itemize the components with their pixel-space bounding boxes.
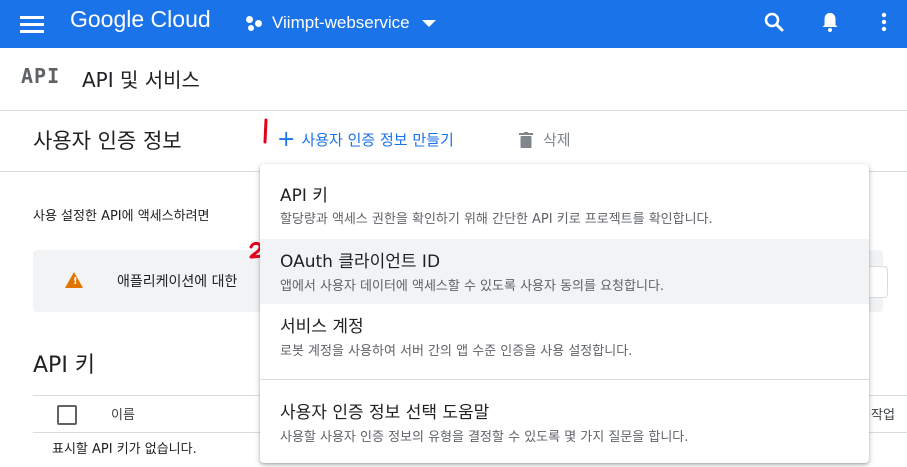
section-title: API 및 서비스 <box>82 68 200 92</box>
project-name: Viimpt-webservice <box>272 13 410 32</box>
api-logo: API <box>21 64 61 88</box>
menu-item-oauth-client-id[interactable]: OAuth 클라이언트 ID 앱에서 사용자 데이터에 액세스할 수 있도록 사… <box>260 239 869 304</box>
plus-icon: + <box>277 126 296 152</box>
google-cloud-logo[interactable]: Google Cloud <box>70 6 211 33</box>
search-icon[interactable] <box>762 10 786 34</box>
hamburger-menu-icon[interactable] <box>20 12 44 36</box>
more-vert-icon[interactable] <box>872 10 896 34</box>
top-app-bar: Google Cloud Viimpt-webservice <box>0 0 907 48</box>
menu-item-help-me-choose[interactable]: 사용자 인증 정보 선택 도움말 사용할 사용자 인증 정보의 유형을 결정할 … <box>260 386 869 456</box>
menu-item-title: OAuth 클라이언트 ID <box>280 252 441 272</box>
api-keys-heading: API 키 <box>33 353 96 378</box>
column-actions: 작업 <box>871 408 895 423</box>
create-credentials-menu: API 키 할당량과 액세스 권한을 확인하기 위해 간단한 API 키로 프로… <box>260 164 869 463</box>
section-header: API API 및 서비스 <box>0 48 907 111</box>
menu-item-description: 로봇 계정을 사용하여 서버 간의 앱 수준 인증을 사용 설정합니다. <box>280 344 633 359</box>
chevron-down-icon <box>421 19 436 27</box>
delete-button[interactable]: 삭제 <box>519 129 571 150</box>
column-name[interactable]: 이름 <box>111 404 135 423</box>
delete-label: 삭제 <box>543 131 571 149</box>
menu-item-title: 사용자 인증 정보 선택 도움말 <box>280 403 490 423</box>
menu-item-api-key[interactable]: API 키 할당량과 액세스 권한을 확인하기 위해 간단한 API 키로 프로… <box>260 164 869 236</box>
warning-text: 애플리케이션에 대한 <box>117 274 238 290</box>
annotation-mark-1 <box>263 118 268 144</box>
select-all-checkbox[interactable] <box>57 405 77 425</box>
menu-item-description: 사용할 사용자 인증 정보의 유형을 결정할 수 있도록 몇 가지 질문을 합니… <box>280 430 689 445</box>
project-icon <box>246 14 264 32</box>
page-title: 사용자 인증 정보 <box>33 129 182 153</box>
menu-item-title: 서비스 계정 <box>280 317 364 337</box>
create-credentials-button[interactable]: + 사용자 인증 정보 만들기 <box>277 126 454 152</box>
menu-divider <box>260 379 869 380</box>
page-toolbar: 사용자 인증 정보 + 사용자 인증 정보 만들기 삭제 <box>0 111 907 172</box>
menu-item-service-account[interactable]: 서비스 계정 로봇 계정을 사용하여 서버 간의 앱 수준 인증을 사용 설정합… <box>260 304 869 368</box>
project-selector[interactable]: Viimpt-webservice <box>246 10 436 36</box>
menu-item-description: 할당량과 액세스 권한을 확인하기 위해 간단한 API 키로 프로젝트를 확인… <box>280 212 713 227</box>
warning-icon: ! <box>65 272 83 288</box>
trash-icon <box>519 131 533 148</box>
empty-table-message: 표시할 API 키가 없습니다. <box>52 442 197 457</box>
notifications-icon[interactable] <box>818 10 842 34</box>
description-text: 사용 설정한 API에 액세스하려면 <box>33 209 210 224</box>
menu-item-description: 앱에서 사용자 데이터에 액세스할 수 있도록 사용자 동의를 요청합니다. <box>280 279 665 294</box>
menu-item-title: API 키 <box>280 186 328 206</box>
create-credentials-label: 사용자 인증 정보 만들기 <box>301 131 454 149</box>
